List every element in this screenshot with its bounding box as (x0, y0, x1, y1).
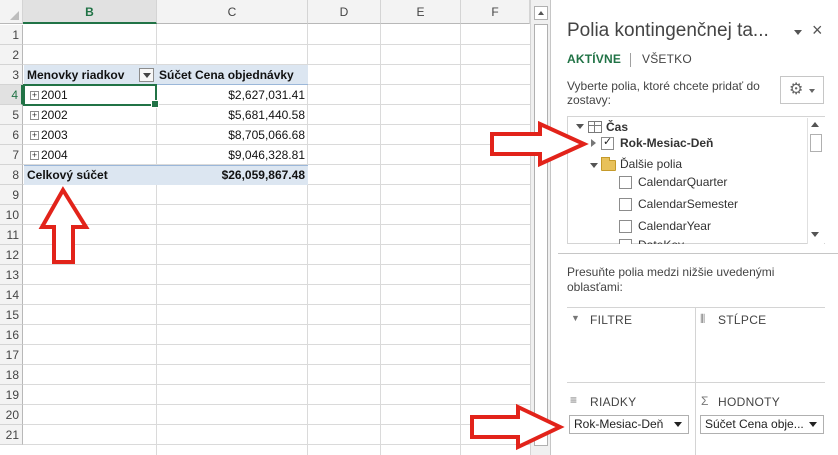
pivot-total-value[interactable]: $26,059,867.48 (157, 166, 305, 185)
row-header-21[interactable]: 21 (0, 425, 23, 445)
column-header-b[interactable]: B (23, 0, 157, 24)
pivot-value-header[interactable]: Súčet Cena objednávky (157, 66, 305, 85)
columns-icon: ⦀ (700, 312, 706, 326)
row-header-20[interactable]: 20 (0, 405, 23, 425)
table-icon (588, 121, 602, 133)
scroll-up-icon[interactable] (811, 122, 819, 127)
pivot-row-value[interactable]: $2,627,031.41 (157, 86, 305, 105)
tab-active[interactable]: AKTÍVNE (567, 52, 621, 66)
scroll-thumb[interactable] (810, 134, 822, 152)
pivot-fields-pane: Polia kontingenčnej ta... × AKTÍVNE VŠET… (558, 0, 838, 455)
expand-icon[interactable]: + (30, 151, 39, 160)
pivot-row-value[interactable]: $5,681,440.58 (157, 106, 305, 125)
field-label[interactable]: CalendarQuarter (638, 172, 727, 192)
scroll-thumb[interactable] (534, 24, 548, 446)
row-header-7[interactable]: 7 (0, 145, 23, 165)
chevron-down-icon[interactable] (809, 422, 817, 427)
row-field-pill[interactable]: Rok-Mesiac-Deň (569, 415, 689, 434)
field-list[interactable]: Čas Rok-Mesiac-Deň Ďalšie polia Calendar… (567, 116, 825, 244)
field-list-scrollbar[interactable] (807, 118, 824, 244)
tab-divider (630, 53, 631, 67)
chevron-down-icon (809, 89, 815, 93)
select-all-corner[interactable] (0, 0, 23, 24)
sheet-vertical-scrollbar[interactable] (530, 0, 550, 455)
row-header-1[interactable]: 1 (0, 25, 23, 45)
field-checkbox-checked[interactable] (601, 135, 614, 150)
row-field-label: Rok-Mesiac-Deň (574, 417, 664, 431)
pivot-row-value[interactable]: $9,046,328.81 (157, 146, 305, 165)
collapse-arrow-icon[interactable] (576, 124, 584, 129)
row-header-19[interactable]: 19 (0, 385, 23, 405)
pivot-row-label[interactable]: 2003 (41, 126, 141, 145)
field-label-partial[interactable]: DateKey (638, 235, 684, 244)
pivot-row-label-header[interactable]: Menovky riadkov (27, 66, 137, 85)
pane-splitter[interactable] (550, 0, 558, 455)
columns-area-label: STĹPCE (718, 313, 767, 327)
sigma-icon: Σ (701, 394, 709, 408)
row-header-5[interactable]: 5 (0, 105, 23, 125)
row-header-12[interactable]: 12 (0, 245, 23, 265)
column-header-d[interactable]: D (308, 0, 381, 24)
spreadsheet-grid[interactable]: B C D E F 1 2 3 4 5 6 7 8 9 10 11 12 13 14 15 16 17 18 19 2… (0, 0, 530, 455)
row-header-18[interactable]: 18 (0, 365, 23, 385)
chevron-down-icon[interactable] (674, 422, 682, 427)
row-header-4[interactable]: 4 (0, 85, 23, 105)
row-header-8[interactable]: 8 (0, 165, 23, 185)
rows-area-label: RIADKY (590, 395, 637, 409)
row-header-2[interactable]: 2 (0, 45, 23, 65)
tab-all[interactable]: VŠETKO (642, 52, 692, 66)
collapse-arrow-icon[interactable] (590, 163, 598, 168)
field-instruction: Vyberte polia, ktoré chcete pridať do zo… (567, 79, 760, 107)
pivot-row-label[interactable]: 2002 (41, 106, 141, 125)
field-checkbox[interactable] (619, 239, 632, 244)
row-header-10[interactable]: 10 (0, 205, 23, 225)
row-label-filter-button[interactable] (139, 68, 154, 82)
scroll-up-button[interactable] (534, 6, 548, 20)
gear-icon: ⚙ (789, 81, 804, 98)
column-header-f[interactable]: F (461, 0, 530, 24)
folder-icon (601, 157, 616, 171)
values-area-label: HODNOTY (718, 395, 781, 409)
row-header-6[interactable]: 6 (0, 125, 23, 145)
field-checkbox[interactable] (619, 176, 632, 189)
row-header-3[interactable]: 3 (0, 65, 23, 85)
active-cell-indicator (23, 84, 159, 108)
row-header-15[interactable]: 15 (0, 305, 23, 325)
filters-area-label: FILTRE (590, 313, 633, 327)
pane-divider[interactable] (558, 253, 838, 254)
scroll-down-icon[interactable] (811, 232, 819, 237)
expand-icon[interactable]: + (30, 111, 39, 120)
value-field-label: Súčet Cena obje... (705, 417, 804, 431)
pane-title: Polia kontingenčnej ta... (567, 20, 769, 41)
pivot-row-label[interactable]: 2004 (41, 146, 141, 165)
folder-label[interactable]: Ďalšie polia (620, 154, 682, 174)
row-header-11[interactable]: 11 (0, 225, 23, 245)
expand-arrow-icon[interactable] (591, 139, 596, 147)
field-label[interactable]: CalendarYear (638, 216, 711, 236)
row-header-14[interactable]: 14 (0, 285, 23, 305)
filter-icon: ▼ (571, 313, 580, 323)
field-label[interactable]: CalendarSemester (638, 194, 738, 214)
row-header-13[interactable]: 13 (0, 265, 23, 285)
field-checked-label[interactable]: Rok-Mesiac-Deň (620, 133, 713, 153)
field-checkbox[interactable] (619, 220, 632, 233)
expand-icon[interactable]: + (30, 131, 39, 140)
close-icon[interactable]: × (812, 20, 823, 40)
column-header-e[interactable]: E (381, 0, 461, 24)
tools-button[interactable]: ⚙ (780, 76, 824, 104)
row-header-9[interactable]: 9 (0, 185, 23, 205)
field-checkbox[interactable] (619, 198, 632, 211)
rows-icon: ≡ (570, 393, 578, 407)
column-header-c[interactable]: C (157, 0, 308, 24)
pivot-row-value[interactable]: $8,705,066.68 (157, 126, 305, 145)
value-field-pill[interactable]: Súčet Cena obje... (700, 415, 824, 434)
row-header-17[interactable]: 17 (0, 345, 23, 365)
row-header-16[interactable]: 16 (0, 325, 23, 345)
pivot-total-label[interactable]: Celkový súčet (27, 166, 152, 185)
pane-options-dropdown-icon[interactable] (792, 27, 804, 39)
drag-instruction: Presuňte polia medzi nižšie uvedenými ob… (567, 265, 775, 294)
